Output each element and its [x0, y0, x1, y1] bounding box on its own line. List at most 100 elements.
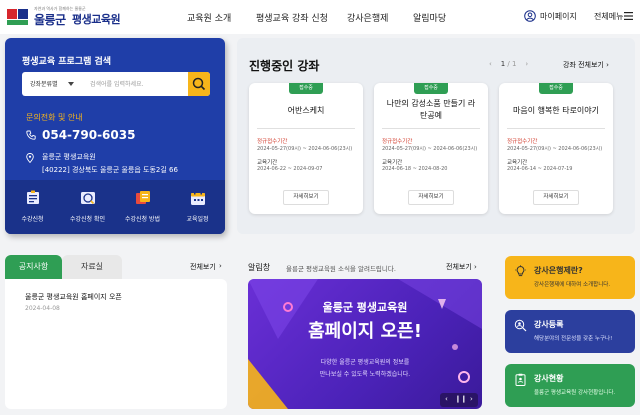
user-icon[interactable] [524, 10, 536, 22]
nav-item-course-apply[interactable]: 평생교육 강좌 신청 [256, 11, 328, 24]
edu-period-label: 교육기간 [382, 160, 403, 166]
instructor-bank-intro-card[interactable]: 강사은행제란? 강사은행제에 대하여 소개합니다. [505, 256, 635, 299]
page-current: 1 [500, 60, 506, 68]
banner-controls: ‹ ❙❙ › [440, 393, 478, 407]
quick-link-label: 수강신청 확인 [69, 216, 106, 223]
course-name[interactable]: 마음이 행복한 타로이야기 [503, 105, 609, 117]
mypage-link[interactable]: 마이페이지 [540, 11, 577, 22]
course-detail-button[interactable]: 자세히보기 [408, 190, 454, 205]
guide-icon [136, 191, 150, 204]
register-icon [27, 190, 39, 204]
page-separator: / [507, 60, 510, 68]
quick-link-label: 수강신청 [21, 216, 44, 223]
quick-link-register[interactable]: 수강신청 [5, 186, 60, 230]
edu-period-value: 2024-06-14 ~ 2024-07-19 [507, 166, 573, 172]
apply-period-value: 2024-05-27(09시) ~ 2024-06-06(23시) [507, 146, 603, 152]
next-icon[interactable]: › [525, 60, 528, 68]
apply-period-label: 정규접수기간 [507, 139, 538, 145]
edu-period-value: 2024-06-18 ~ 2024-08-20 [382, 166, 448, 172]
course-card[interactable]: 접수중 나만의 감성소품 만들기 라탄공예 정규접수기간 2024-05-27(… [374, 83, 488, 214]
course-detail-button[interactable]: 자세히보기 [533, 190, 579, 205]
quick-link-schedule[interactable]: 교육일정 [170, 186, 225, 230]
edu-period-label: 교육기간 [257, 160, 278, 166]
page-total: 1 [512, 60, 517, 68]
all-menu-link[interactable]: 전체메뉴 [594, 11, 623, 22]
course-pagination: ‹ 1 / 1 › [489, 60, 528, 68]
calendar-icon [191, 191, 205, 205]
course-card[interactable]: 접수중 마음이 행복한 타로이야기 정규접수기간 2024-05-27(09시)… [499, 83, 613, 214]
card-title: 강사은행제란? [534, 266, 583, 275]
course-name[interactable]: 나만의 감성소품 만들기 라탄공예 [378, 98, 484, 122]
banner-desc-line1: 다양한 울릉군 평생교육원의 정보를 [320, 359, 410, 366]
chevron-right-icon[interactable]: › [219, 262, 222, 270]
popup-view-all-link[interactable]: 전체보기 › [446, 262, 477, 272]
contact-label: 문의전화 및 안내 [26, 113, 83, 122]
edu-period-value: 2024-06-22 ~ 2024-09-07 [257, 166, 323, 172]
prev-icon[interactable]: ‹ [489, 60, 492, 68]
tab-notice[interactable]: 공지사항 [5, 255, 62, 279]
nav-item-instructor-bank[interactable]: 강사은행제 [347, 11, 388, 24]
course-detail-button[interactable]: 자세히보기 [283, 190, 329, 205]
phone-icon [26, 130, 36, 140]
site-header: 자연과 역사가 함께하는 울릉군 울릉군 평생교육원 교육원 소개 평생교육 강… [0, 0, 640, 34]
notice-item-title[interactable]: 울릉군 평생교육원 홈페이지 오픈 [25, 292, 122, 302]
chevron-right-icon: › [474, 263, 477, 271]
divider [507, 128, 605, 129]
clipboard-icon [515, 373, 526, 386]
next-icon[interactable]: › [470, 395, 473, 403]
chevron-down-icon[interactable] [68, 82, 74, 86]
popup-view-all-label: 전체보기 [446, 263, 472, 271]
nav-item-notice[interactable]: 알림마당 [413, 11, 446, 24]
notice-list: 울릉군 평생교육원 홈페이지 오픈 2024-04-08 [5, 279, 227, 409]
quick-link-guide[interactable]: 수강신청 방법 [115, 186, 170, 230]
nav-item-intro[interactable]: 교육원 소개 [187, 11, 231, 24]
apply-period-label: 정규접수기간 [257, 139, 288, 145]
instructor-register-card[interactable]: 강사등록 해당분야의 전문성을 갖춘 누구나! [505, 310, 635, 353]
chevron-right-icon: › [606, 61, 609, 69]
status-badge: 접수중 [289, 83, 323, 94]
quick-link-label: 교육일정 [186, 216, 209, 223]
hamburger-icon[interactable] [624, 12, 633, 20]
apply-period-value: 2024-05-27(09시) ~ 2024-06-06(23시) [257, 146, 353, 152]
ongoing-courses-panel: 진행중인 강좌 ‹ 1 / 1 › 강좌 전체보기 › 접수중 어반스케치 정규… [237, 38, 635, 234]
search-button[interactable] [188, 72, 210, 96]
status-badge: 접수중 [414, 83, 448, 94]
view-all-courses-label: 강좌 전체보기 [563, 61, 604, 69]
view-all-courses-link[interactable]: 강좌 전체보기 › [563, 60, 609, 70]
divider [382, 128, 480, 129]
card-description: 강사은행제에 대하여 소개합니다. [534, 282, 611, 288]
card-description: 울릉군 평생교육원 강사현황입니다. [534, 390, 616, 396]
pause-icon[interactable]: ❙❙ [455, 395, 467, 403]
banner-title: 홈페이지 오픈! [308, 321, 422, 342]
prev-icon[interactable]: ‹ [445, 395, 448, 403]
edu-period-label: 교육기간 [507, 160, 528, 166]
apply-period-label: 정규접수기간 [382, 139, 413, 145]
search-input[interactable]: 검색어를 입력하세요. [90, 79, 144, 88]
popup-banner[interactable]: 울릉군 평생교육원 홈페이지 오픈! 다양한 울릉군 평생교육원의 정보를 만나… [248, 279, 482, 409]
site-name[interactable]: 평생교육원 [72, 11, 121, 27]
search-bar: 강좌분류별 검색어를 입력하세요. [22, 72, 210, 96]
lightbulb-icon [515, 265, 526, 277]
address-text: [40222] 경상북도 울릉군 울릉읍 도동2길 66 [42, 166, 178, 174]
notice-view-all-link[interactable]: 전체보기 [190, 262, 216, 272]
course-name[interactable]: 어반스케치 [253, 105, 359, 117]
address-name: 울릉군 평생교육원 [42, 153, 96, 161]
search-icon [192, 77, 206, 91]
ulleung-logo-icon[interactable] [6, 6, 32, 28]
course-card[interactable]: 접수중 어반스케치 정규접수기간 2024-05-27(09시) ~ 2024-… [249, 83, 363, 214]
search-user-icon [514, 319, 527, 332]
category-select[interactable]: 강좌분류별 [30, 79, 58, 88]
instructor-status-card[interactable]: 강사현황 울릉군 평생교육원 강사현황입니다. [505, 364, 635, 407]
card-title: 강사현황 [534, 374, 564, 383]
contact-phone[interactable]: 054-790-6035 [42, 128, 135, 142]
divider [257, 128, 355, 129]
tab-archive[interactable]: 자료실 [62, 255, 122, 279]
quick-link-confirm[interactable]: 수강신청 확인 [60, 186, 115, 230]
popup-description: 울릉군 평생교육원 소식을 알려드립니다. [286, 265, 396, 273]
card-title: 강사등록 [534, 320, 564, 329]
card-description: 해당분야의 전문성을 갖춘 누구나! [534, 336, 613, 342]
location-pin-icon [26, 153, 34, 163]
program-search-panel: 평생교육 프로그램 검색 강좌분류별 검색어를 입력하세요. 문의전화 및 안내… [5, 38, 225, 234]
status-badge: 접수중 [539, 83, 573, 94]
logo-name[interactable]: 울릉군 [34, 11, 66, 28]
